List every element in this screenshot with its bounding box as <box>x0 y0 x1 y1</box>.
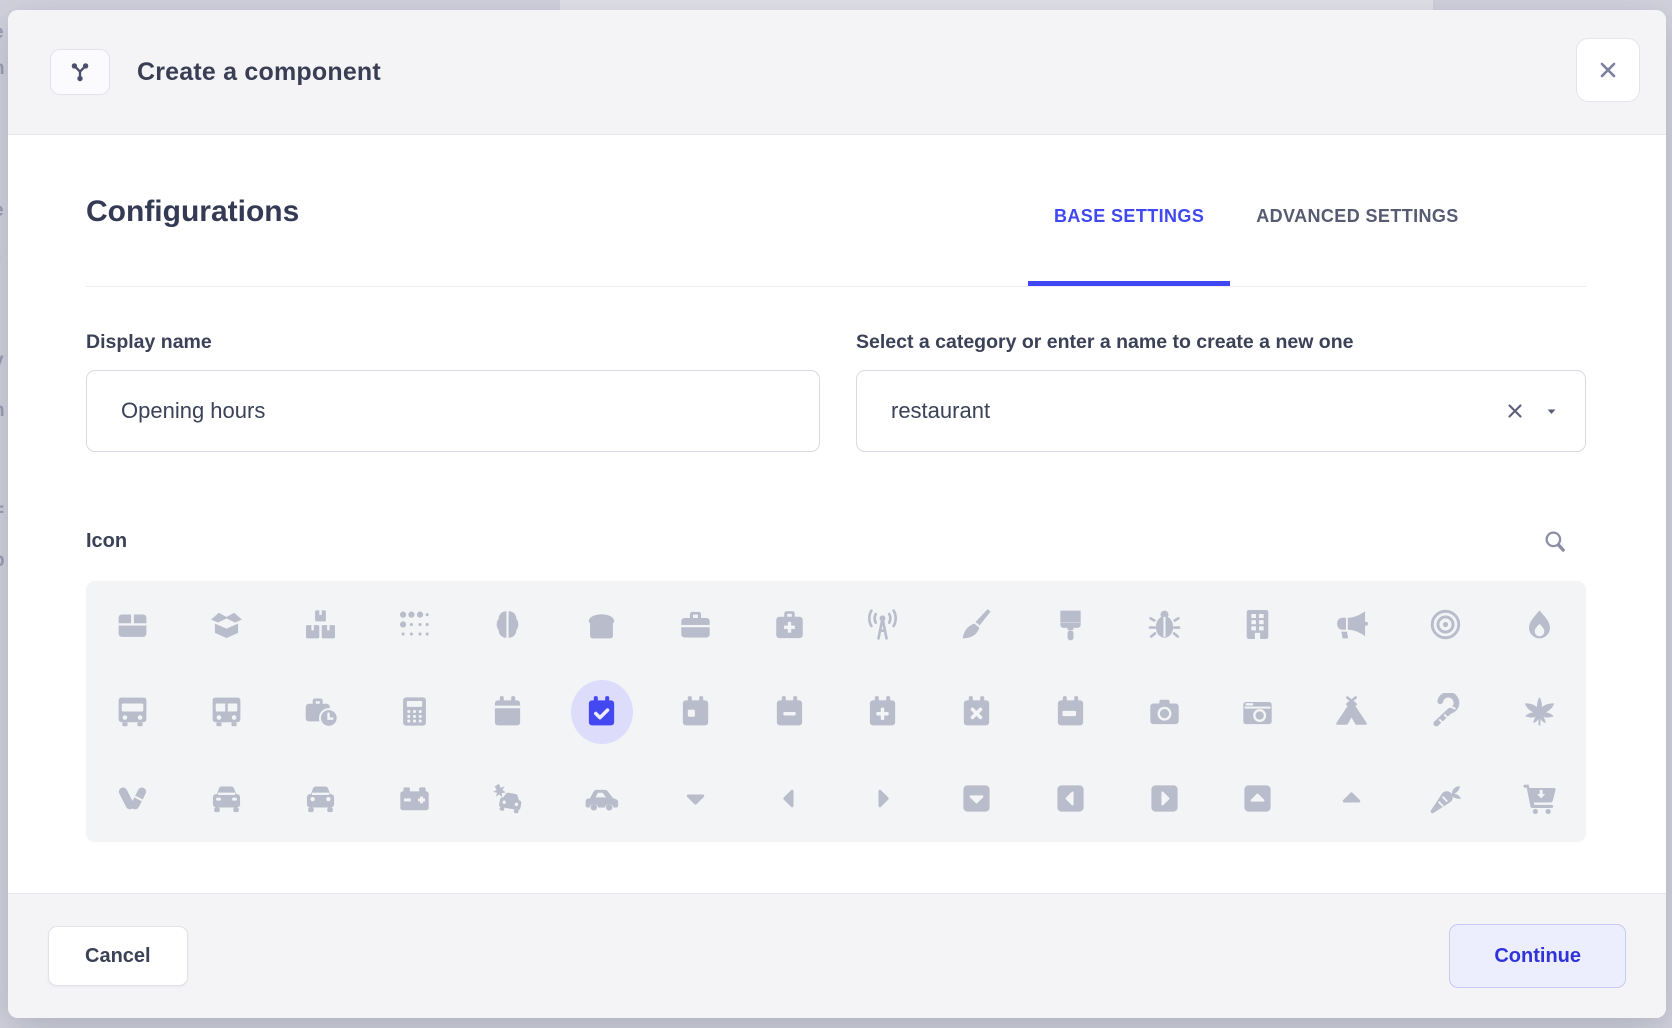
icon-picker-label: Icon <box>86 530 127 553</box>
create-component-modal: Create a component Configurations BASE S… <box>8 10 1666 1018</box>
icon-option-car-side-icon[interactable] <box>555 755 649 842</box>
icon-option-bus-alt-icon[interactable] <box>180 668 274 755</box>
icon-option-car-battery-icon[interactable] <box>367 755 461 842</box>
icon-option-calculator-icon[interactable] <box>367 668 461 755</box>
icon-option-box-icon[interactable] <box>86 581 180 668</box>
icon-option-boxes-icon[interactable] <box>274 581 368 668</box>
icon-option-caret-right-icon[interactable] <box>836 755 930 842</box>
icon-option-caret-square-up-icon[interactable] <box>1211 755 1305 842</box>
icon-option-bus-icon[interactable] <box>86 668 180 755</box>
search-icon[interactable] <box>1542 528 1568 554</box>
icon-option-brush-icon[interactable] <box>1024 581 1118 668</box>
icon-option-camera-icon[interactable] <box>1117 668 1211 755</box>
icon-option-cannabis-icon[interactable] <box>1492 668 1586 755</box>
icon-option-calendar-icon[interactable] <box>461 668 555 755</box>
modal-body: Configurations BASE SETTINGS ADVANCED SE… <box>8 135 1666 893</box>
icon-option-candy-cane-icon[interactable] <box>1399 668 1493 755</box>
display-name-label: Display name <box>86 331 820 354</box>
icon-option-camera-retro-icon[interactable] <box>1211 668 1305 755</box>
tab-advanced-settings[interactable]: ADVANCED SETTINGS <box>1230 203 1484 286</box>
category-input[interactable] <box>856 370 1586 452</box>
icon-option-carrot-icon[interactable] <box>1399 755 1493 842</box>
icon-option-broom-icon[interactable] <box>930 581 1024 668</box>
section-divider <box>86 286 1586 287</box>
icon-option-caret-square-left-icon[interactable] <box>1024 755 1118 842</box>
icon-option-bullseye-icon[interactable] <box>1399 581 1493 668</box>
icon-option-bullhorn-icon[interactable] <box>1305 581 1399 668</box>
icon-option-briefcase-icon[interactable] <box>649 581 743 668</box>
icon-option-braille-icon[interactable] <box>367 581 461 668</box>
page-behind-top-strip <box>560 0 1433 10</box>
icon-option-caret-square-right-icon[interactable] <box>1117 755 1211 842</box>
icon-option-calendar-plus-icon[interactable] <box>836 668 930 755</box>
category-field: Select a category or enter a name to cre… <box>856 331 1586 452</box>
display-name-field: Display name <box>86 331 820 452</box>
icon-option-burn-icon[interactable] <box>1492 581 1586 668</box>
icon-option-bug-icon[interactable] <box>1117 581 1211 668</box>
tab-base-settings[interactable]: BASE SETTINGS <box>1028 203 1230 286</box>
icon-option-briefcase-medical-icon[interactable] <box>742 581 836 668</box>
icon-option-box-open-icon[interactable] <box>180 581 274 668</box>
modal-title: Create a component <box>137 58 381 87</box>
icon-option-calendar-times-icon[interactable] <box>930 668 1024 755</box>
icon-option-caret-up-icon[interactable] <box>1305 755 1399 842</box>
continue-button[interactable]: Continue <box>1449 924 1626 988</box>
icon-picker: Icon <box>86 527 1586 842</box>
icon-option-caret-down-icon[interactable] <box>649 755 743 842</box>
form-row: Display name Select a category or enter … <box>86 331 1586 452</box>
settings-tabs: BASE SETTINGS ADVANCED SETTINGS <box>1028 203 1485 286</box>
icon-option-calendar-week-icon[interactable] <box>1024 668 1118 755</box>
close-icon <box>1594 56 1622 84</box>
caret-down-icon[interactable] <box>1543 403 1560 420</box>
page-behind-text-fragments: entiertvnt=bt <box>0 0 8 1028</box>
category-combobox <box>856 370 1586 452</box>
icon-option-campground-icon[interactable] <box>1305 668 1399 755</box>
icon-option-calendar-minus-icon[interactable] <box>742 668 836 755</box>
section-heading: Configurations <box>86 195 299 229</box>
clear-x-icon[interactable] <box>1503 399 1527 423</box>
icon-option-cart-arrow-down-icon[interactable] <box>1492 755 1586 842</box>
icon-option-car-icon[interactable] <box>180 755 274 842</box>
icon-option-business-time-icon[interactable] <box>274 668 368 755</box>
icon-option-caret-square-down-icon[interactable] <box>930 755 1024 842</box>
close-button[interactable] <box>1576 38 1640 102</box>
icon-option-bread-slice-icon[interactable] <box>555 581 649 668</box>
icon-option-brain-icon[interactable] <box>461 581 555 668</box>
icon-option-broadcast-tower-icon[interactable] <box>836 581 930 668</box>
component-node-icon <box>50 49 110 95</box>
display-name-input[interactable] <box>86 370 820 452</box>
modal-header: Create a component <box>8 10 1666 135</box>
icon-option-caret-left-icon[interactable] <box>742 755 836 842</box>
icon-option-building-icon[interactable] <box>1211 581 1305 668</box>
modal-footer: Cancel Continue <box>8 893 1666 1018</box>
icon-option-car-alt-icon[interactable] <box>274 755 368 842</box>
icon-option-calendar-check-icon[interactable] <box>555 668 649 755</box>
icon-option-calendar-day-icon[interactable] <box>649 668 743 755</box>
icon-option-capsules-icon[interactable] <box>86 755 180 842</box>
icon-grid <box>86 581 1586 842</box>
category-label: Select a category or enter a name to cre… <box>856 331 1586 354</box>
icon-option-car-crash-icon[interactable] <box>461 755 555 842</box>
cancel-button[interactable]: Cancel <box>48 926 188 986</box>
